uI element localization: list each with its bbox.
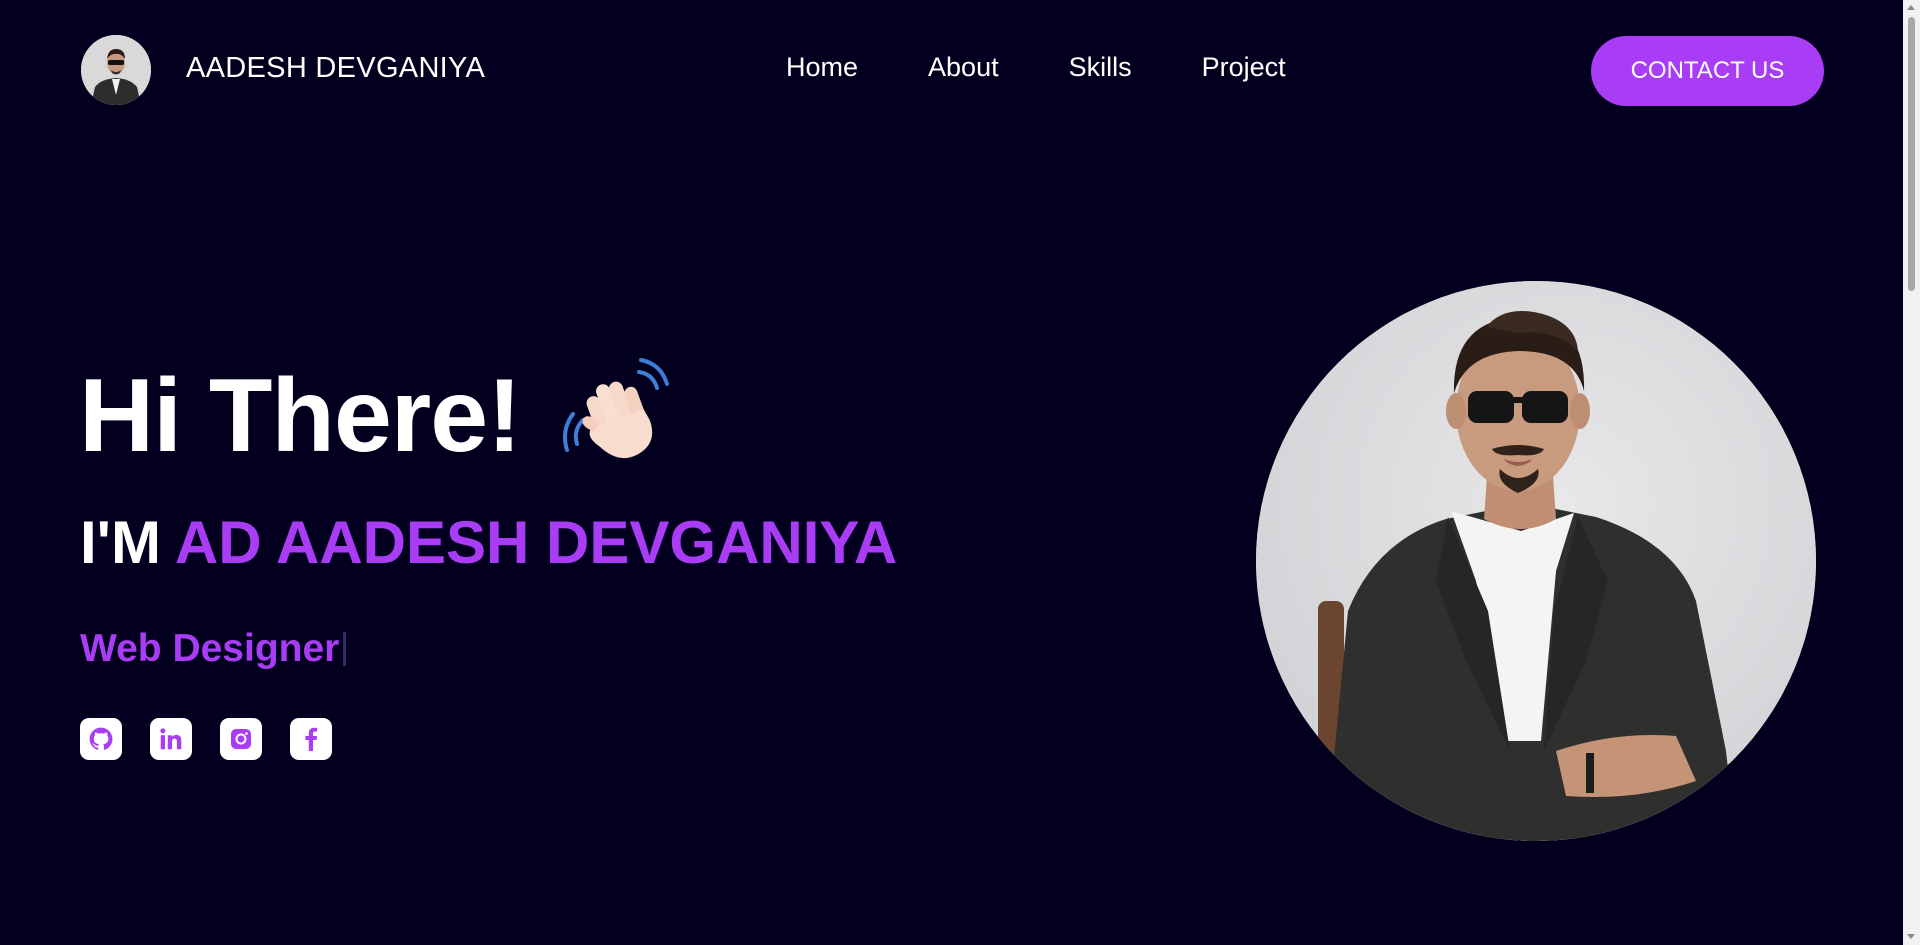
avatar-photo xyxy=(81,35,151,105)
nav-skills[interactable]: Skills xyxy=(1069,52,1132,83)
avatar[interactable] xyxy=(81,35,151,105)
github-icon xyxy=(89,727,113,750)
facebook-icon xyxy=(305,727,318,751)
role-text: Web Designer xyxy=(80,627,340,670)
social-links xyxy=(80,718,332,760)
contact-us-button[interactable]: CONTACT US xyxy=(1591,36,1824,106)
nav-home[interactable]: Home xyxy=(786,52,858,83)
nav-project[interactable]: Project xyxy=(1202,52,1286,83)
portrait-photo xyxy=(1256,281,1816,841)
page-scrollbar[interactable] xyxy=(1903,0,1920,945)
greeting-heading: Hi There! xyxy=(79,357,522,474)
scroll-thumb[interactable] xyxy=(1908,17,1915,291)
nav-about[interactable]: About xyxy=(928,52,999,83)
profile-portrait xyxy=(1256,281,1816,841)
typing-cursor xyxy=(343,632,347,666)
linkedin-link[interactable] xyxy=(150,718,192,760)
scroll-down-arrow-icon[interactable] xyxy=(1907,934,1915,939)
site-header: AADESH DEVGANIYA Home About Skills Proje… xyxy=(0,0,1903,142)
linkedin-icon xyxy=(160,728,182,750)
intro-heading: I'M AD AADESH DEVGANIYA xyxy=(80,513,897,573)
greeting-line: Hi There! xyxy=(79,358,676,473)
hero-name: AD AADESH DEVGANIYA xyxy=(174,509,898,576)
scroll-up-arrow-icon[interactable] xyxy=(1907,5,1915,10)
instagram-icon xyxy=(231,729,251,749)
waving-hand-icon xyxy=(562,358,669,459)
im-prefix: I'M xyxy=(80,509,161,576)
github-link[interactable] xyxy=(80,718,122,760)
brand-name[interactable]: AADESH DEVGANIYA xyxy=(186,52,485,85)
facebook-link[interactable] xyxy=(290,718,332,760)
main-nav: Home About Skills Project xyxy=(786,52,1286,83)
page: AADESH DEVGANIYA Home About Skills Proje… xyxy=(0,0,1903,945)
instagram-link[interactable] xyxy=(220,718,262,760)
role-typewriter: Web Designer xyxy=(80,627,347,671)
